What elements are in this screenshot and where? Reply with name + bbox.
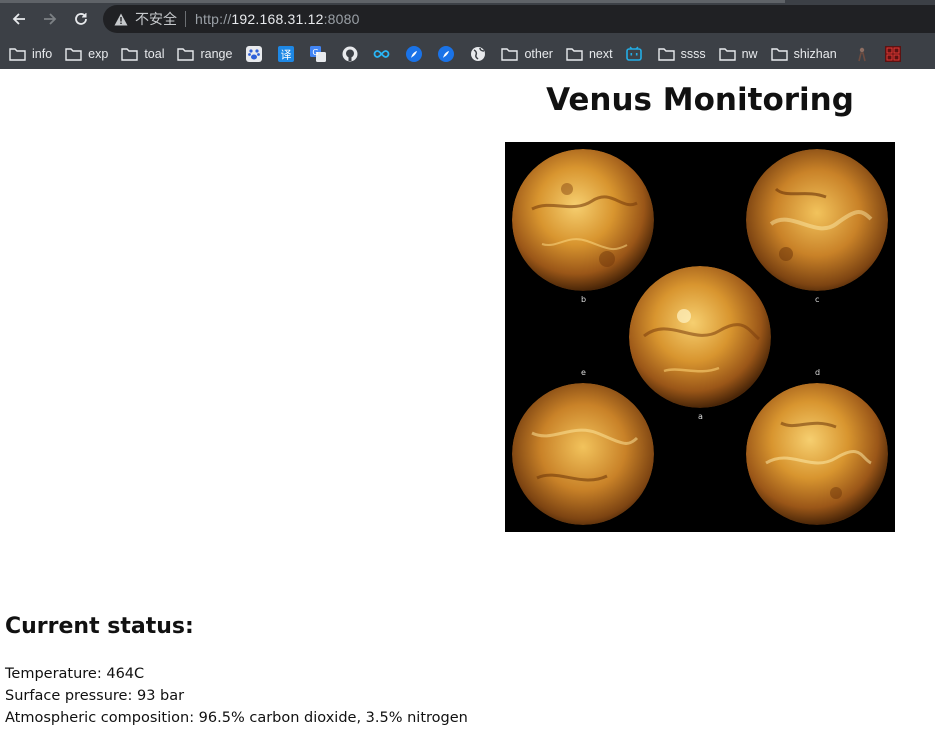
reload-icon — [75, 13, 87, 25]
folder-icon — [770, 47, 788, 61]
bilibili-icon[interactable] — [626, 45, 643, 62]
forward-button[interactable] — [39, 8, 61, 30]
folder-icon — [501, 47, 519, 61]
browser-toolbar: 不安全 http://192.168.31.12:8080 — [0, 0, 935, 38]
status-temperature: Temperature: 464C — [5, 666, 145, 682]
figure-label-a: a — [698, 412, 703, 421]
page-title: Venus Monitoring — [546, 82, 854, 118]
infinity-icon[interactable] — [373, 45, 390, 62]
bookmark-label: ssss — [680, 46, 706, 61]
bookmark-label: next — [588, 46, 613, 61]
venus-globe-d — [746, 383, 888, 525]
translate-icon[interactable]: 译 — [277, 45, 294, 62]
bookmark-folder-shizhan[interactable]: shizhan — [770, 42, 837, 66]
url-host: 192.168.31.12 — [231, 11, 324, 27]
folder-icon — [718, 47, 736, 61]
bookmark-folder-exp[interactable]: exp — [65, 42, 108, 66]
globe-icon[interactable] — [469, 45, 486, 62]
page-content: Venus Monitoring b c e d a Current statu… — [0, 69, 935, 740]
reload-button[interactable] — [70, 8, 92, 30]
arrow-right-icon — [44, 13, 57, 25]
bookmark-label: shizhan — [793, 46, 837, 61]
bookmark-folder-ssss[interactable]: ssss — [657, 42, 706, 66]
browser-chrome: 不安全 http://192.168.31.12:8080 info exp t… — [0, 0, 935, 69]
status-composition: Atmospheric composition: 96.5% carbon di… — [5, 710, 468, 726]
bookmark-label: range — [200, 46, 233, 61]
folder-icon — [65, 47, 82, 61]
figure-label-b: b — [581, 295, 587, 304]
arrow-left-icon — [12, 13, 25, 25]
address-divider — [185, 11, 186, 27]
status-pressure: Surface pressure: 93 bar — [5, 688, 185, 704]
venus-globe-b — [512, 149, 654, 291]
venus-globe-e — [512, 383, 654, 525]
bookmark-folder-other[interactable]: other — [501, 42, 553, 66]
url-text[interactable]: http://192.168.31.12:8080 — [195, 11, 360, 27]
folder-icon — [177, 47, 195, 61]
venus-globe-a — [629, 266, 771, 408]
folder-icon — [121, 47, 139, 61]
bookmark-label: nw — [741, 46, 758, 61]
venus-globe-c — [746, 149, 888, 291]
folder-icon — [566, 47, 583, 61]
back-button[interactable] — [8, 8, 30, 30]
bookmark-folder-toal[interactable]: toal — [121, 42, 164, 66]
security-status[interactable]: 不安全 — [135, 9, 177, 29]
bookmark-label: info — [32, 46, 53, 61]
status-heading: Current status: — [5, 614, 194, 639]
address-bar[interactable]: 不安全 http://192.168.31.12:8080 — [103, 5, 935, 33]
svg-text:G: G — [312, 48, 318, 57]
bookmark-folder-info[interactable]: info — [9, 42, 52, 66]
google-translate-icon[interactable]: G — [309, 45, 326, 62]
bookmark-folder-nw[interactable]: nw — [718, 42, 758, 66]
feather-icon[interactable] — [437, 45, 454, 62]
figure-label-e: e — [581, 368, 586, 377]
folder-icon — [657, 47, 675, 61]
bookmarks-bar: info exp toal range 译 G other next ssss … — [0, 38, 935, 69]
bookmark-folder-next[interactable]: next — [566, 42, 613, 66]
github-icon[interactable] — [341, 45, 358, 62]
figure-label-d: d — [815, 368, 821, 377]
figure-label-c: c — [815, 295, 820, 304]
bookmark-label: exp — [88, 46, 109, 61]
url-port: :8080 — [323, 11, 360, 27]
bookmark-label: other — [524, 46, 553, 61]
feather-icon[interactable] — [405, 45, 422, 62]
bookmark-label: toal — [144, 46, 165, 61]
grid-app-icon[interactable] — [885, 45, 902, 62]
venus-image: b c e d a — [505, 142, 895, 532]
warning-triangle-icon[interactable] — [113, 11, 129, 27]
figure-icon[interactable] — [854, 45, 871, 62]
bookmark-folder-range[interactable]: range — [177, 42, 232, 66]
baidu-paw-icon[interactable] — [245, 45, 262, 62]
url-scheme: http:// — [195, 11, 232, 27]
svg-text:译: 译 — [280, 48, 291, 61]
folder-icon — [9, 47, 26, 61]
